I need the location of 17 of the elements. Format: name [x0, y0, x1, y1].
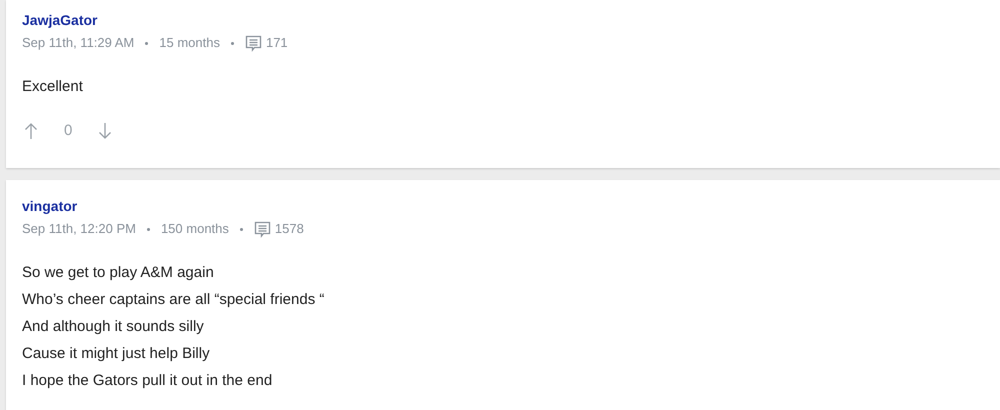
- author-link[interactable]: vingator: [22, 196, 78, 216]
- post-date: Sep 11th, 12:20 PM: [22, 220, 136, 238]
- member-tenure: 15 months: [159, 34, 220, 52]
- comment-icon: [254, 220, 271, 238]
- post-count: 171: [266, 34, 288, 52]
- comment-icon: [244, 34, 262, 52]
- vote-score: 0: [64, 121, 72, 141]
- post-count: 1578: [274, 220, 304, 238]
- author-link[interactable]: JawjaGator: [22, 10, 98, 30]
- post-text: So we get to play A&M again: [22, 263, 215, 283]
- member-tenure: 150 months: [160, 220, 229, 238]
- post-text: Who’s cheer captains are all “special friends “: [22, 290, 326, 310]
- post-text: Excellent: [22, 77, 84, 97]
- post-text: Cause it might just help Billy: [22, 344, 211, 364]
- post-text: And although it sounds silly: [22, 317, 205, 337]
- post-text: I hope the Gators pull it out in the end: [22, 371, 274, 391]
- post-date: Sep 11th, 11:29 AM: [22, 34, 134, 52]
